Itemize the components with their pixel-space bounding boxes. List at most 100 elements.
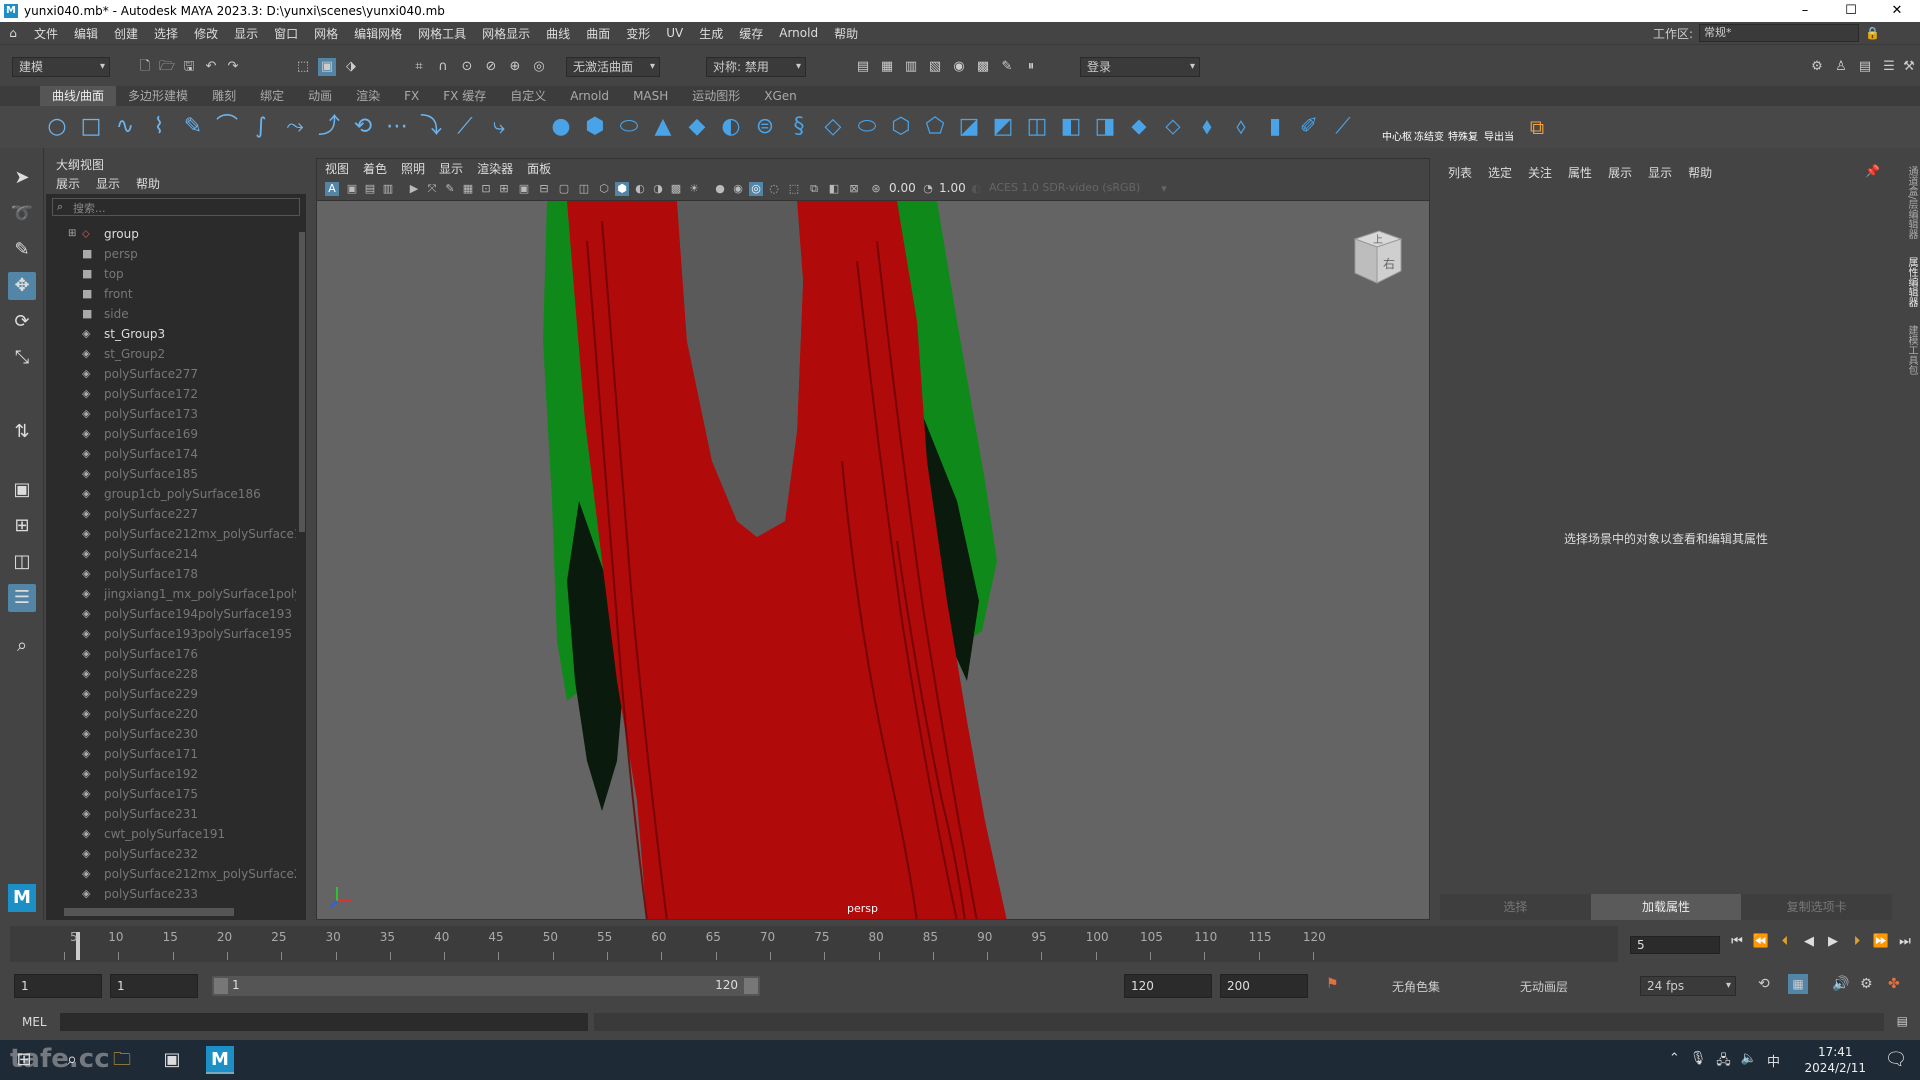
attr-select-button[interactable]: 选择 — [1440, 894, 1591, 920]
viewport-menu-show[interactable]: 显示 — [439, 159, 463, 179]
modeling-toolkit-icon[interactable]: ⚙ — [1808, 58, 1826, 76]
isolate-select-icon[interactable]: ◎ — [749, 182, 763, 196]
wireframe-icon[interactable]: ⬡ — [597, 182, 611, 196]
outliner-item[interactable]: ◈ polySurface229 — [46, 684, 296, 704]
outliner-item[interactable]: ◈ polySurface228 — [46, 664, 296, 684]
workspace-dropdown[interactable]: 常规* — [1699, 24, 1860, 42]
render-icon[interactable]: ▤ — [854, 58, 872, 76]
outliner-item[interactable]: ◈ polySurface220 — [46, 704, 296, 724]
menu-file[interactable]: 文件 — [26, 25, 66, 42]
nurbs-cylinder-icon[interactable]: ⬭ — [616, 114, 642, 140]
sound-icon[interactable]: 🔊 — [1832, 976, 1849, 992]
shelf-tab-fx[interactable]: FX — [392, 86, 431, 106]
tray-chevron-icon[interactable]: ⌃ — [1669, 1051, 1680, 1073]
loft-icon[interactable]: § — [786, 114, 812, 140]
nurbs-torus-icon[interactable]: ◐ — [718, 114, 744, 140]
attach-curves-icon[interactable]: ⤴ — [316, 114, 342, 140]
safe-title-icon[interactable]: ◫ — [577, 182, 591, 196]
shelf-tab-sculpting[interactable]: 雕刻 — [200, 86, 248, 106]
color-space-dropdown[interactable]: ACES 1.0 SDR-video (sRGB) — [989, 181, 1140, 194]
lasso-tool-icon[interactable]: ➰ — [8, 200, 36, 228]
gamma-icon[interactable]: ◔ — [921, 182, 935, 196]
default-material-icon[interactable]: ◐ — [633, 182, 647, 196]
outliner-item[interactable]: ◈ polySurface176 — [46, 644, 296, 664]
outliner-search-input[interactable]: ⌕ 搜索... — [52, 198, 300, 216]
menu-display[interactable]: 显示 — [226, 25, 266, 42]
time-slider[interactable]: 5 10 15 20 25 30 35 40 45 50 55 60 65 70 75 80 85 90 95 100… — [10, 926, 1618, 962]
outliner-item[interactable]: ◈ polySurface185 — [46, 464, 296, 484]
surface-edit-icon[interactable]: ⟋ — [1330, 114, 1356, 140]
nurbs-plane-icon[interactable]: ◆ — [684, 114, 710, 140]
scene-end-field[interactable]: 200 — [1220, 974, 1308, 998]
outliner-menu-display[interactable]: 展示 — [56, 174, 80, 194]
attr-copy-tab-button[interactable]: 复制选项卡 — [1741, 894, 1893, 920]
ime-indicator[interactable]: 中 — [1767, 1051, 1780, 1073]
channel-box-icon[interactable]: ▤ — [1856, 58, 1874, 76]
close-button[interactable]: ✕ — [1874, 0, 1920, 22]
nurbs-square-icon[interactable]: □ — [78, 114, 104, 140]
last-tool-icon[interactable]: ⇅ — [8, 418, 36, 446]
shelf-tab-poly-modeling[interactable]: 多边形建模 — [116, 86, 200, 106]
arc-icon[interactable]: ⌒ — [214, 114, 240, 140]
shelf-tab-fx-caching[interactable]: FX 缓存 — [431, 86, 498, 106]
select-tool-icon[interactable]: ➤ — [8, 164, 36, 192]
render-settings-icon[interactable]: ▧ — [926, 58, 944, 76]
outliner-item[interactable]: ◈ polySurface171 — [46, 744, 296, 764]
current-frame-field[interactable]: 5 — [1630, 936, 1720, 954]
range-start-handle[interactable] — [214, 978, 228, 994]
nurbs-circle-icon[interactable]: ○ — [44, 114, 70, 140]
outliner-item[interactable]: ◈ cwt_polySurface191 — [46, 824, 296, 844]
play-backwards-icon[interactable]: ◀ — [1800, 934, 1818, 949]
2d-pan-icon[interactable]: ⤧ — [425, 182, 439, 196]
attr-menu-show[interactable]: 显示 — [1648, 164, 1672, 181]
outliner-item[interactable]: ◈ polySurface192 — [46, 764, 296, 784]
lights-icon[interactable]: ☀ — [687, 182, 701, 196]
outliner-vertical-scrollbar[interactable] — [298, 224, 306, 900]
menu-create[interactable]: 创建 — [106, 25, 146, 42]
pencil-curve-icon[interactable]: ✎ — [180, 114, 206, 140]
grid-icon[interactable]: ▦ — [461, 182, 475, 196]
outliner-item[interactable]: ◈ polySurface231 — [46, 804, 296, 824]
outliner-item[interactable]: ◈ polySurface230 — [46, 724, 296, 744]
menu-modify[interactable]: 修改 — [186, 25, 226, 42]
menu-help[interactable]: 帮助 — [826, 25, 866, 42]
step-forward-frame-icon[interactable]: ⏵ — [1848, 934, 1866, 949]
attr-menu-list[interactable]: 列表 — [1448, 164, 1472, 181]
outliner-item[interactable]: ◈ st_Group3 — [46, 324, 296, 344]
save-scene-icon[interactable]: 🖫 — [180, 58, 198, 76]
outliner-item[interactable]: ◈ polySurface212mx_polySurface1 — [46, 524, 296, 544]
viewport-menu-view[interactable]: 视图 — [325, 159, 349, 179]
hypershade-icon[interactable]: ◉ — [950, 58, 968, 76]
outliner-item[interactable]: ◈ polySurface172 — [46, 384, 296, 404]
open-scene-icon[interactable]: 🗁 — [158, 58, 176, 76]
undo-icon[interactable]: ↶ — [202, 58, 220, 76]
outliner-item[interactable]: ■ persp — [46, 244, 296, 264]
birail-icon[interactable]: ⬡ — [888, 114, 914, 140]
cache-playback-icon[interactable]: ▦ — [1788, 974, 1808, 994]
insert-knot-icon[interactable]: ⋯ — [384, 114, 410, 140]
tab-modeling-toolkit[interactable]: 建模工具包 — [1904, 325, 1919, 375]
anim-layer-label[interactable]: 无动画层 — [1520, 978, 1568, 995]
export-selection-label[interactable]: 导出当 — [1484, 128, 1514, 143]
select-hierarchy-icon[interactable]: ⬚ — [294, 58, 312, 76]
outliner-item[interactable]: ◈ polySurface175 — [46, 784, 296, 804]
go-to-end-icon[interactable]: ⏭ — [1896, 934, 1914, 949]
outliner-item[interactable]: ◈ polySurface174 — [46, 444, 296, 464]
arnold-ipr-icon[interactable]: ✎ — [998, 58, 1016, 76]
outliner-item[interactable]: ◈ polySurface178 — [46, 564, 296, 584]
start-icon[interactable]: ⊞ — [10, 1046, 38, 1074]
insert-isoparm-icon[interactable]: ⬧ — [1194, 114, 1220, 140]
menu-set-dropdown[interactable]: 建模 — [12, 57, 110, 77]
pin-icon[interactable]: 📌 — [1865, 164, 1880, 178]
nurbs-cone-icon[interactable]: ▲ — [650, 114, 676, 140]
outliner-item[interactable]: ■ side — [46, 304, 296, 324]
shelf-tab-mash[interactable]: MASH — [621, 86, 680, 106]
step-back-frame-icon[interactable]: ⏴ — [1776, 934, 1794, 949]
bevel-icon[interactable]: ◩ — [990, 114, 1016, 140]
outliner-item[interactable]: ◈ polySurface214 — [46, 544, 296, 564]
wireframe-on-shaded-icon[interactable]: ◑ — [651, 182, 665, 196]
loop-icon[interactable]: ⟲ — [1758, 976, 1770, 992]
search-icon[interactable]: ⌕ — [58, 1046, 86, 1074]
step-forward-key-icon[interactable]: ⏩ — [1872, 934, 1890, 949]
rotate-tool-icon[interactable]: ⟳ — [8, 308, 36, 336]
